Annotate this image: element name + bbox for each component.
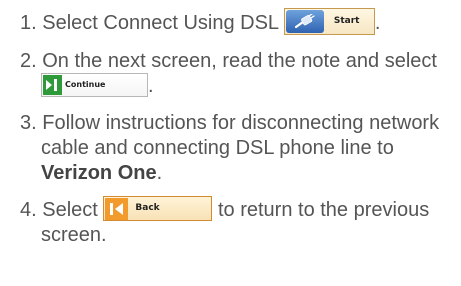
step-number: 3. (20, 112, 37, 134)
step-number: 1. (20, 11, 37, 34)
step-text: Follow instructions for disconnecting ne… (41, 112, 440, 159)
back-arrow-icon (105, 197, 129, 220)
step-text-end: . (156, 162, 163, 184)
back-button-label: Back (135, 203, 160, 214)
instruction-list: 1. Select Connect Using DSL Start . 2. O… (20, 8, 456, 248)
step-text-end: . (374, 11, 381, 34)
step-text: On the next screen, read the note and se… (42, 50, 437, 72)
step-text-end: to return to the previous screen. (41, 199, 430, 247)
step-text: Select Connect Using DSL (42, 11, 279, 34)
continue-button-label: Continue (65, 80, 106, 90)
dsl-plug-icon (285, 10, 324, 33)
continue-button-icon: Continue (41, 72, 148, 97)
instruction-step-2: 2. On the next screen, read the note and… (20, 49, 456, 99)
step-number: 2. (20, 50, 37, 72)
instruction-step-1: 1. Select Connect Using DSL Start . (20, 8, 456, 37)
step-text: Select (42, 199, 98, 221)
continue-arrow-icon (43, 74, 62, 95)
back-button-icon: Back (103, 196, 213, 222)
instruction-step-3: 3. Follow instructions for disconnecting… (20, 111, 456, 186)
step-text-end: . (148, 75, 154, 97)
step-number: 4. (20, 199, 37, 221)
instruction-step-4: 4. Select Back to return to the previous… (20, 196, 456, 248)
product-name: Verizon One (41, 162, 157, 184)
start-button-label: Start (333, 16, 360, 26)
start-button-icon: Start (283, 8, 375, 35)
